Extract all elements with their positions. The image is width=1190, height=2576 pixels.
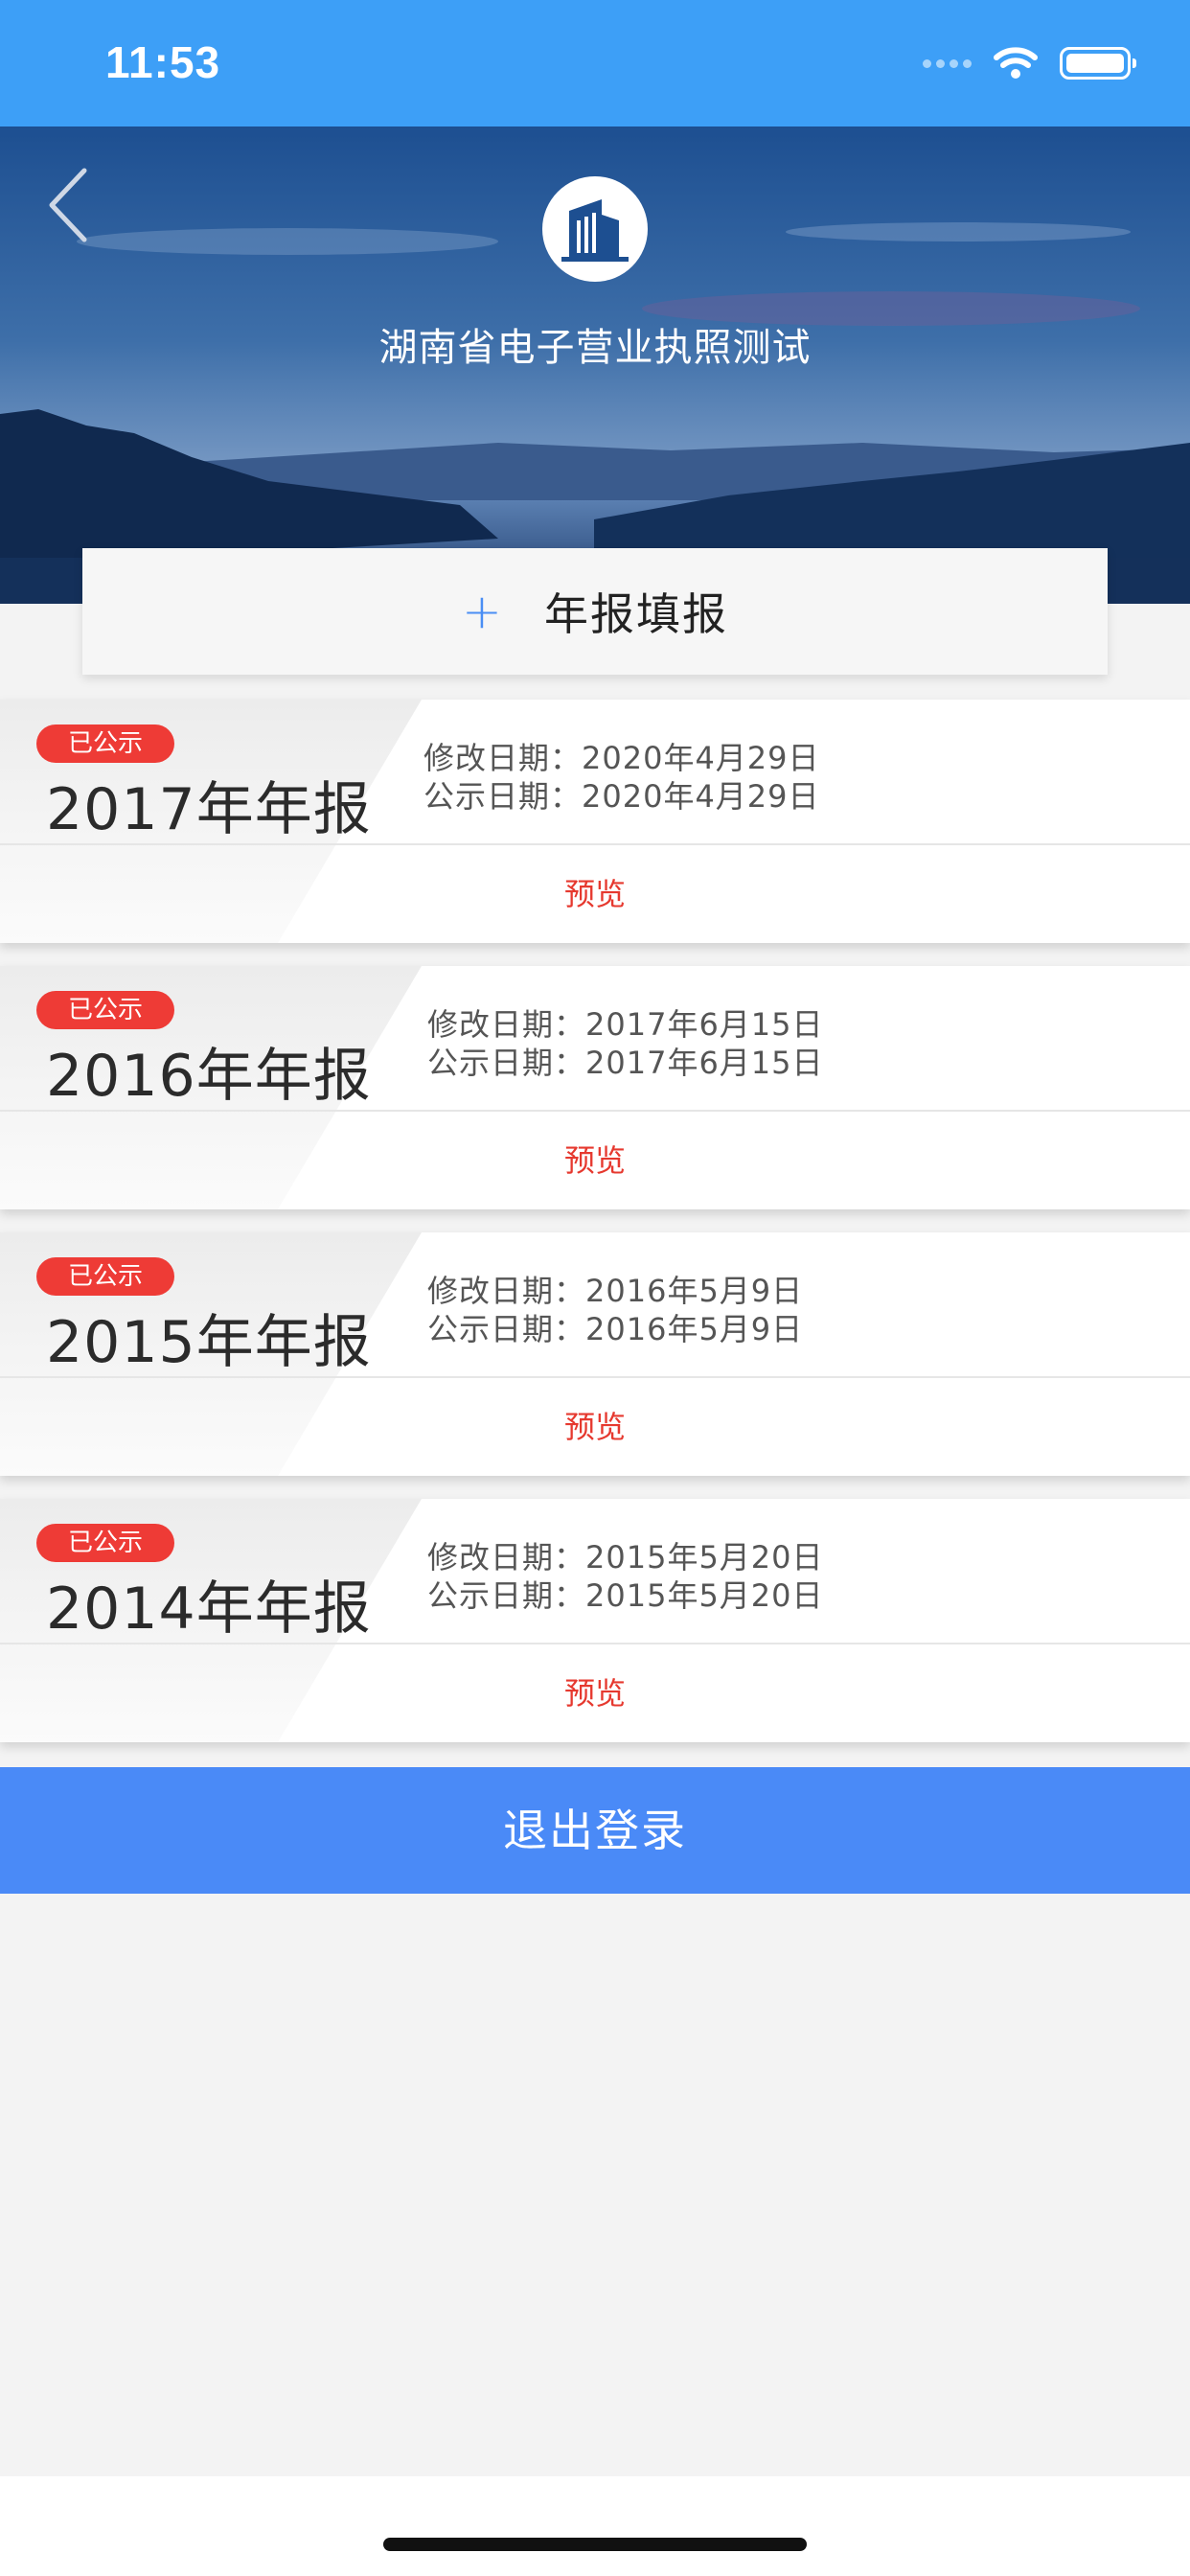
wifi-icon (994, 47, 1038, 79)
status-bar: 11:53 (0, 0, 1190, 126)
home-indicator[interactable] (383, 2538, 807, 2551)
company-logo (542, 176, 648, 282)
published-date: 公示日期：2016年5月9日 (427, 1311, 804, 1347)
preview-button[interactable]: 预览 (0, 1378, 1190, 1476)
fill-button-label: 年报填报 (543, 588, 728, 640)
annual-report-fill-button[interactable]: + 年报填报 (82, 548, 1108, 675)
back-button[interactable] (36, 161, 103, 247)
chevron-left-icon (49, 168, 87, 242)
status-badge: 已公示 (36, 724, 174, 763)
preview-button[interactable]: 预览 (0, 1644, 1190, 1742)
published-date: 公示日期：2015年5月20日 (427, 1577, 824, 1614)
company-name: 湖南省电子营业执照测试 (378, 326, 812, 370)
preview-button[interactable]: 预览 (0, 845, 1190, 943)
signal-icon (923, 58, 972, 68)
status-badge: 已公示 (36, 1524, 174, 1562)
report-title: 2014年年报 (46, 1576, 372, 1643)
battery-icon (1060, 47, 1136, 80)
report-title: 2017年年报 (46, 776, 372, 843)
published-date: 公示日期：2020年4月29日 (423, 778, 820, 815)
building-icon (561, 199, 629, 262)
plus-icon: + (462, 584, 502, 639)
report-title: 2016年年报 (46, 1043, 372, 1110)
report-card: 已公示 2014年年报 修改日期：2015年5月20日 公示日期：2015年5月… (0, 1499, 1190, 1742)
status-icons (923, 42, 1136, 84)
report-card: 已公示 2016年年报 修改日期：2017年6月15日 公示日期：2017年6月… (0, 966, 1190, 1209)
status-badge: 已公示 (36, 991, 174, 1029)
report-title: 2015年年报 (46, 1309, 372, 1376)
header-banner: 湖南省电子营业执照测试 (0, 126, 1190, 604)
bottom-safe-area (0, 2476, 1190, 2576)
status-badge: 已公示 (36, 1257, 174, 1296)
logout-button[interactable]: 退出登录 (0, 1767, 1190, 1894)
report-card: 已公示 2015年年报 修改日期：2016年5月9日 公示日期：2016年5月9… (0, 1232, 1190, 1476)
preview-button[interactable]: 预览 (0, 1112, 1190, 1209)
published-date: 公示日期：2017年6月15日 (427, 1045, 824, 1081)
status-time: 11:53 (105, 37, 221, 87)
report-card: 已公示 2017年年报 修改日期：2020年4月29日 公示日期：2020年4月… (0, 700, 1190, 943)
